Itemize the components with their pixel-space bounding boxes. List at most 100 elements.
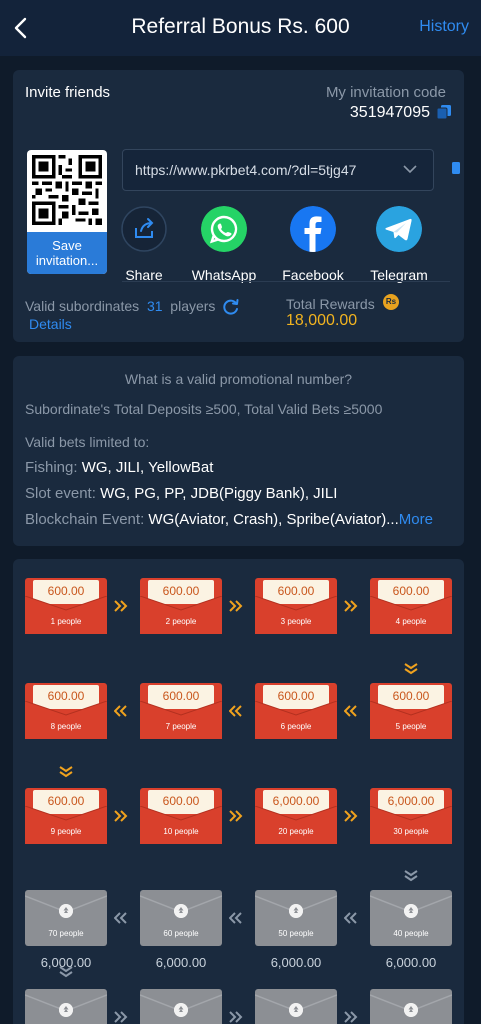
envelope-people: 30 people [393, 827, 429, 836]
envelope-flap [140, 596, 222, 634]
chevron-double-right-icon [229, 1011, 243, 1023]
facebook-share-button[interactable]: Facebook [278, 206, 348, 283]
blockchain-value: WG(Aviator, Crash), Spribe(Aviator)... [148, 511, 399, 528]
envelope-flap [140, 701, 222, 739]
envelope-flap [25, 806, 107, 844]
reward-envelope[interactable]: 40 people [370, 890, 452, 946]
rules-question: What is a valid promotional number? [124, 371, 353, 387]
invitation-code: 351947095 [349, 104, 430, 121]
reward-envelope[interactable]: 600.00 1 people [25, 578, 107, 634]
slot-label: Slot event: [25, 485, 96, 502]
reward-envelope[interactable]: 60 people [140, 890, 222, 946]
envelope-people: 2 people [165, 617, 197, 626]
history-link[interactable]: History [419, 18, 469, 36]
reward-envelope[interactable]: 600.00 9 people [25, 788, 107, 844]
whatsapp-icon [201, 206, 247, 252]
envelope-amount: 6,000.00 [385, 955, 437, 970]
envelope-flap [370, 596, 452, 634]
reward-envelope[interactable]: 120 people [370, 989, 452, 1024]
club-icon [59, 1003, 73, 1017]
envelope-people: 5 people [395, 722, 427, 731]
qr-code-image [32, 155, 102, 225]
envelope-flap [255, 806, 337, 844]
chevron-double-left-icon [229, 705, 242, 717]
club-icon [59, 904, 73, 918]
divider [122, 281, 450, 282]
save-invitation-button[interactable]: Save invitation... [27, 232, 107, 274]
envelope-people: 6 people [280, 722, 312, 731]
envelope-people: 50 people [278, 929, 314, 938]
envelope-people: 9 people [50, 827, 82, 836]
reward-envelope[interactable]: 80 people [25, 989, 107, 1024]
refresh-icon[interactable] [222, 298, 240, 316]
club-icon [174, 1003, 188, 1017]
fishing-row: Fishing: WG, JILI, YellowBat [25, 459, 213, 476]
reward-envelope[interactable]: 600.00 6 people [255, 683, 337, 739]
reward-envelope[interactable]: 100 people [255, 989, 337, 1024]
reward-envelope[interactable]: 600.00 3 people [255, 578, 337, 634]
envelope-flap [370, 806, 452, 844]
invite-card: Invite friends My invitation code 351947… [13, 70, 464, 342]
reward-envelope[interactable]: 600.00 8 people [25, 683, 107, 739]
players-label: players [170, 298, 216, 314]
envelope-flap [25, 596, 107, 634]
copy-code-icon[interactable] [436, 104, 452, 120]
reward-envelope[interactable]: 90 people [140, 989, 222, 1024]
reward-tiers-card: 600.00 1 people 600.00 2 people 600.00 3 peop… [13, 559, 464, 1024]
more-link[interactable]: More [399, 511, 433, 528]
reward-envelope[interactable]: 70 people [25, 890, 107, 946]
envelope-people: 4 people [395, 617, 427, 626]
envelope-flap [255, 596, 337, 634]
whatsapp-share-button[interactable]: WhatsApp [189, 206, 259, 283]
envelope-people: 70 people [48, 929, 84, 938]
reward-envelope[interactable]: 600.00 7 people [140, 683, 222, 739]
club-icon [289, 904, 303, 918]
club-icon [289, 1003, 303, 1017]
reward-envelope[interactable]: 6,000.00 30 people [370, 788, 452, 844]
club-icon [404, 904, 418, 918]
reward-envelope[interactable]: 50 people [255, 890, 337, 946]
chevron-double-right-icon [114, 600, 128, 612]
valid-subordinates-label: Valid subordinates [25, 298, 140, 314]
chevron-double-down-icon [59, 766, 73, 778]
facebook-icon [290, 206, 336, 252]
page-title: Referral Bonus Rs. 600 [131, 15, 350, 38]
chevron-double-right-icon [229, 600, 243, 612]
telegram-share-button[interactable]: Telegram [364, 206, 434, 283]
chevron-double-left-icon [344, 912, 357, 924]
reward-envelope[interactable]: 600.00 2 people [140, 578, 222, 634]
envelope-flap [370, 701, 452, 739]
valid-bets-label: Valid bets limited to: [25, 434, 150, 450]
envelope-amount: 6,000.00 [270, 955, 322, 970]
invitation-link: https://www.pkrbet4.com/?dl=5tjg47 [135, 162, 357, 178]
chevron-double-right-icon [114, 810, 128, 822]
chevron-double-down-icon [59, 966, 73, 978]
total-rewards-label: Total Rewards [286, 296, 375, 312]
chevron-double-left-icon [114, 912, 127, 924]
rules-requirement: Subordinate's Total Deposits ≥500, Total… [25, 401, 383, 417]
envelope-people: 40 people [393, 929, 429, 938]
copy-link-icon[interactable] [451, 162, 460, 176]
envelope-amount: 6,000.00 [155, 955, 207, 970]
chevron-down-icon [403, 165, 417, 174]
rules-card: What is a valid promotional number? Subo… [13, 356, 464, 546]
share-button[interactable]: Share [109, 206, 179, 283]
reward-envelope[interactable]: 600.00 5 people [370, 683, 452, 739]
details-link[interactable]: Details [29, 316, 72, 332]
invitation-link-dropdown[interactable]: https://www.pkrbet4.com/?dl=5tjg47 [122, 149, 434, 191]
chevron-double-right-icon [114, 1011, 128, 1023]
chevron-double-right-icon [344, 600, 358, 612]
valid-subordinates: Valid subordinates 31 players [25, 298, 215, 314]
chevron-double-left-icon [344, 705, 357, 717]
blockchain-row: Blockchain Event: WG(Aviator, Crash), Sp… [25, 511, 433, 528]
reward-envelope[interactable]: 6,000.00 20 people [255, 788, 337, 844]
invite-title: Invite friends [25, 84, 111, 101]
chevron-double-right-icon [344, 1011, 358, 1023]
envelope-people: 7 people [165, 722, 197, 731]
chevron-double-right-icon [344, 810, 358, 822]
reward-envelope[interactable]: 600.00 10 people [140, 788, 222, 844]
reward-envelope[interactable]: 600.00 4 people [370, 578, 452, 634]
slot-value: WG, PG, PP, JDB(Piggy Bank), JILI [100, 485, 338, 502]
chevron-double-left-icon [229, 912, 242, 924]
blockchain-label: Blockchain Event: [25, 511, 145, 528]
